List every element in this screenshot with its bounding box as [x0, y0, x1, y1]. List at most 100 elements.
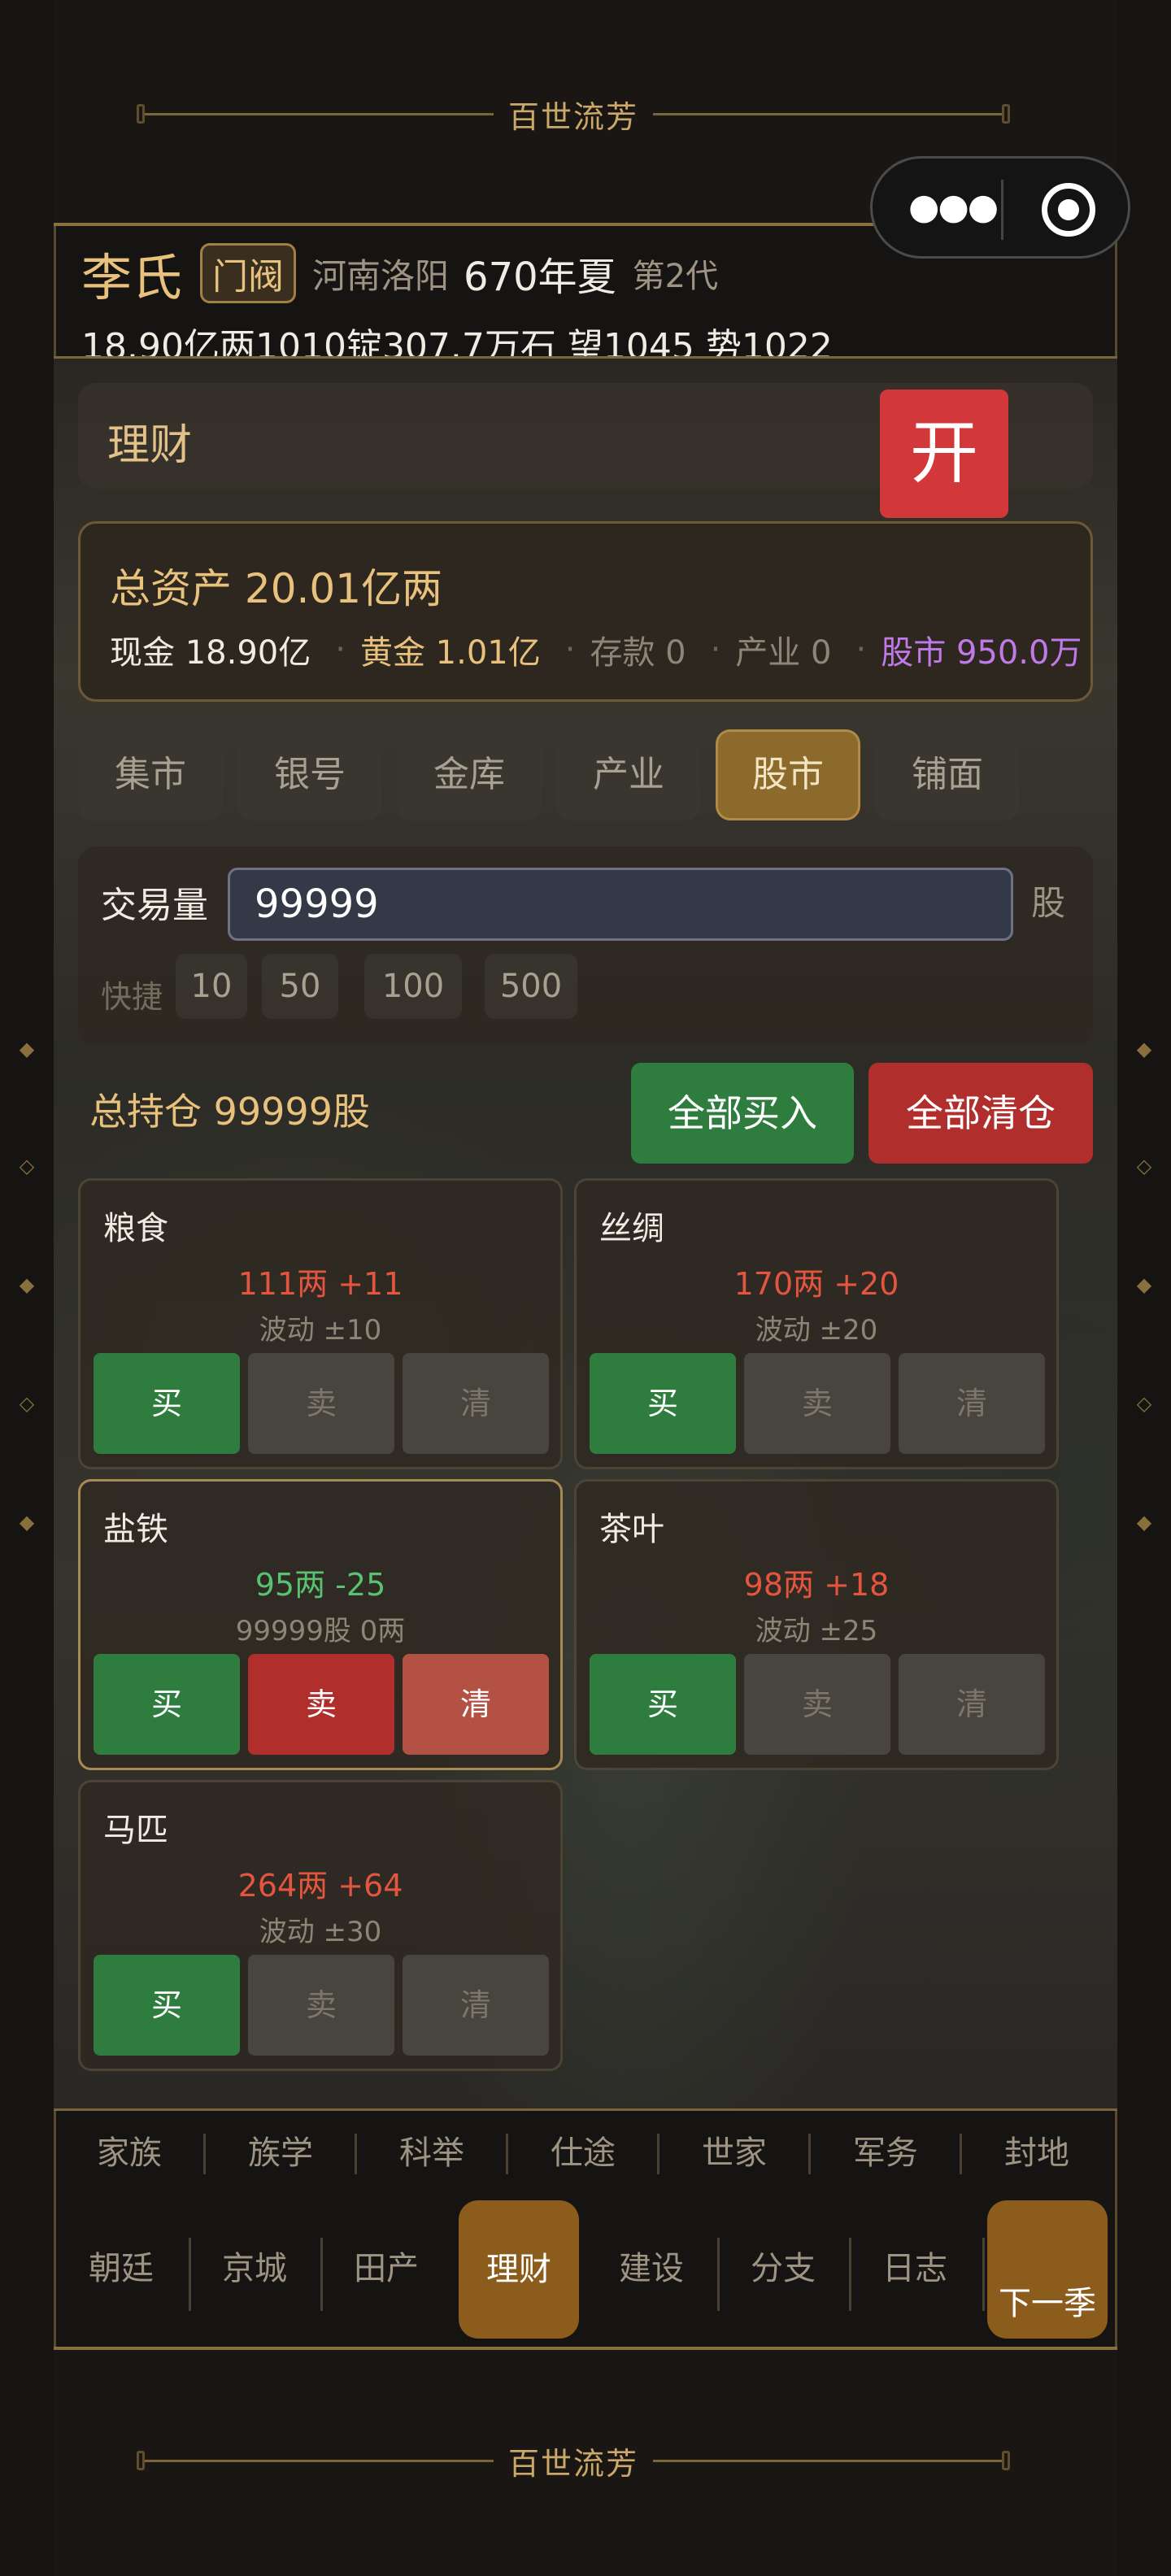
more-dots-icon[interactable]: ●●●	[908, 189, 999, 225]
tab-3[interactable]: 产业	[556, 729, 701, 820]
nav-item-田产[interactable]: 田产	[325, 2195, 447, 2342]
clear-button: 清	[899, 1654, 1045, 1755]
app-page: ◆ ◇ ◆ ◇ ◆ ◆ ◇ ◆ ◇ ◆ 百世流芳 ●●● 李氏 门阀 河南洛阳 …	[0, 0, 1171, 2576]
clear-button: 清	[899, 1353, 1045, 1454]
nav-divider	[320, 2238, 323, 2311]
diamond-ornament-icon: ◆	[19, 1511, 35, 1534]
quick-amount-button[interactable]: 50	[262, 954, 338, 1019]
generation-text: 第2代	[632, 258, 719, 295]
finance-main-area: 理财 开 总资产 20.01亿两 现金 18.90亿 · 黄金 1.01亿 · 存款 0…	[54, 356, 1117, 2111]
banner-cap	[1002, 2451, 1011, 2470]
stock-name: 马匹	[103, 1812, 168, 1849]
bottom-banner: 百世流芳	[137, 2444, 1011, 2482]
trade-amount-input[interactable]: 99999	[228, 868, 1013, 941]
quick-amount-button[interactable]: 10	[176, 954, 247, 1019]
banner-title: 百世流芳	[508, 2445, 639, 2482]
banner-cap	[137, 2451, 145, 2470]
quick-amount-button[interactable]: 500	[485, 954, 577, 1019]
top-banner: 百世流芳	[137, 98, 1011, 135]
clear-button: 清	[403, 1353, 549, 1454]
nav-item-理财[interactable]: 理财	[459, 2200, 579, 2339]
tab-5[interactable]: 铺面	[875, 729, 1020, 820]
stock-price: 98两 +18	[743, 1567, 890, 1603]
diamond-ornament-icon: ◇	[19, 1155, 35, 1177]
nav-item-5[interactable]: 军务	[810, 2114, 961, 2192]
asset-item: 黄金 1.01亿	[359, 634, 541, 672]
tab-2[interactable]: 金库	[397, 729, 542, 820]
trade-unit-label: 股	[1031, 883, 1066, 923]
diamond-ornament-icon: ◇	[1136, 1392, 1152, 1415]
sell-button: 卖	[248, 1955, 394, 2056]
miniapp-capsule: ●●●	[870, 156, 1130, 259]
stock-name: 粮食	[103, 1210, 168, 1247]
sell-button: 卖	[744, 1353, 890, 1454]
separator-dot: ·	[855, 631, 867, 668]
nav-item-日志[interactable]: 日志	[854, 2195, 976, 2342]
separator-dot: ·	[710, 631, 721, 668]
nav-item-4[interactable]: 世家	[659, 2114, 810, 2192]
stock-subinfo: 99999股 0两	[235, 1615, 406, 1647]
stock-card: 盐铁 95两 -25 99999股 0两买卖清	[78, 1479, 563, 1770]
capsule-divider	[1001, 180, 1003, 240]
buy-button[interactable]: 买	[590, 1353, 736, 1454]
diamond-ornament-icon: ◇	[19, 1392, 35, 1415]
total-assets-panel: 总资产 20.01亿两 现金 18.90亿 · 黄金 1.01亿 · 存款 0 · 产业 0…	[78, 521, 1093, 702]
family-name: 李氏	[81, 248, 183, 307]
nav-divider	[657, 2134, 660, 2174]
nav-item-0[interactable]: 家族	[54, 2114, 205, 2192]
asset-breakdown: 现金 18.90亿 · 黄金 1.01亿 · 存款 0 · 产业 0 · 股市 950.0万	[110, 626, 1091, 673]
banner-cap	[137, 104, 145, 124]
buy-button[interactable]: 买	[590, 1654, 736, 1755]
diamond-ornament-icon: ◆	[1136, 1511, 1152, 1534]
trade-panel: 交易量 99999 股 快捷 10 50 100 500	[78, 846, 1093, 1045]
quick-amount-button[interactable]: 100	[364, 954, 462, 1019]
separator-dot: ·	[335, 631, 346, 668]
nav-item-6[interactable]: 封地	[961, 2114, 1112, 2192]
total-assets-value: 20.01亿两	[244, 565, 443, 612]
tab-0[interactable]: 集市	[78, 729, 223, 820]
nav-item-1[interactable]: 族学	[205, 2114, 356, 2192]
stock-card: 马匹 264两 +64 波动 ±30 买卖清	[78, 1780, 563, 2071]
nav-divider	[849, 2238, 851, 2311]
stock-price: 264两 +64	[237, 1868, 403, 1904]
buy-button[interactable]: 买	[94, 1955, 240, 2056]
nav-divider	[808, 2134, 811, 2174]
buy-button[interactable]: 买	[94, 1654, 240, 1755]
target-icon[interactable]	[1042, 183, 1095, 237]
buy-button[interactable]: 买	[94, 1353, 240, 1454]
buy-all-button[interactable]: 全部买入	[631, 1063, 854, 1164]
location-text: 河南洛阳	[312, 255, 450, 296]
nav-item-3[interactable]: 仕途	[507, 2114, 659, 2192]
quick-label: 快捷	[101, 979, 163, 1015]
stock-subinfo: 波动 ±20	[755, 1314, 878, 1347]
nav-item-分支[interactable]: 分支	[722, 2195, 844, 2342]
asset-item: 存款 0	[590, 634, 686, 672]
sell-button[interactable]: 卖	[248, 1654, 394, 1755]
diamond-ornament-icon: ◆	[19, 1038, 35, 1060]
nav-item-2[interactable]: 科举	[356, 2114, 507, 2192]
total-assets-title: 总资产 20.01亿两	[110, 556, 442, 615]
open-toggle-button[interactable]: 开	[880, 389, 1008, 518]
tab-4[interactable]: 股市	[716, 729, 860, 820]
stock-subinfo: 波动 ±25	[755, 1615, 878, 1647]
stock-price: 95两 -25	[255, 1567, 386, 1603]
total-assets-label: 总资产	[110, 565, 232, 612]
total-holdings: 总持仓 99999股	[89, 1090, 370, 1134]
trade-amount-label: 交易量	[101, 885, 208, 926]
clear-button[interactable]: 清	[403, 1654, 549, 1755]
stock-card: 粮食 111两 +11 波动 ±10 买卖清	[78, 1178, 563, 1469]
tab-1[interactable]: 银号	[237, 729, 382, 820]
banner-cap	[1002, 104, 1011, 124]
stock-card: 茶叶 98两 +18 波动 ±25 买卖清	[574, 1479, 1059, 1770]
diamond-ornament-icon: ◆	[19, 1273, 35, 1296]
clear-all-button[interactable]: 全部清仓	[868, 1063, 1093, 1164]
nav-divider	[717, 2238, 720, 2311]
diamond-ornament-icon: ◇	[1136, 1155, 1152, 1177]
nav-item-朝廷[interactable]: 朝廷	[60, 2195, 182, 2342]
next-season-button[interactable]: 下一季	[987, 2200, 1108, 2339]
nav-item-京城[interactable]: 京城	[194, 2195, 316, 2342]
nav-divider	[506, 2134, 508, 2174]
date-text: 670年夏	[464, 255, 616, 300]
nav-divider	[982, 2238, 985, 2311]
nav-item-建设[interactable]: 建设	[590, 2195, 712, 2342]
